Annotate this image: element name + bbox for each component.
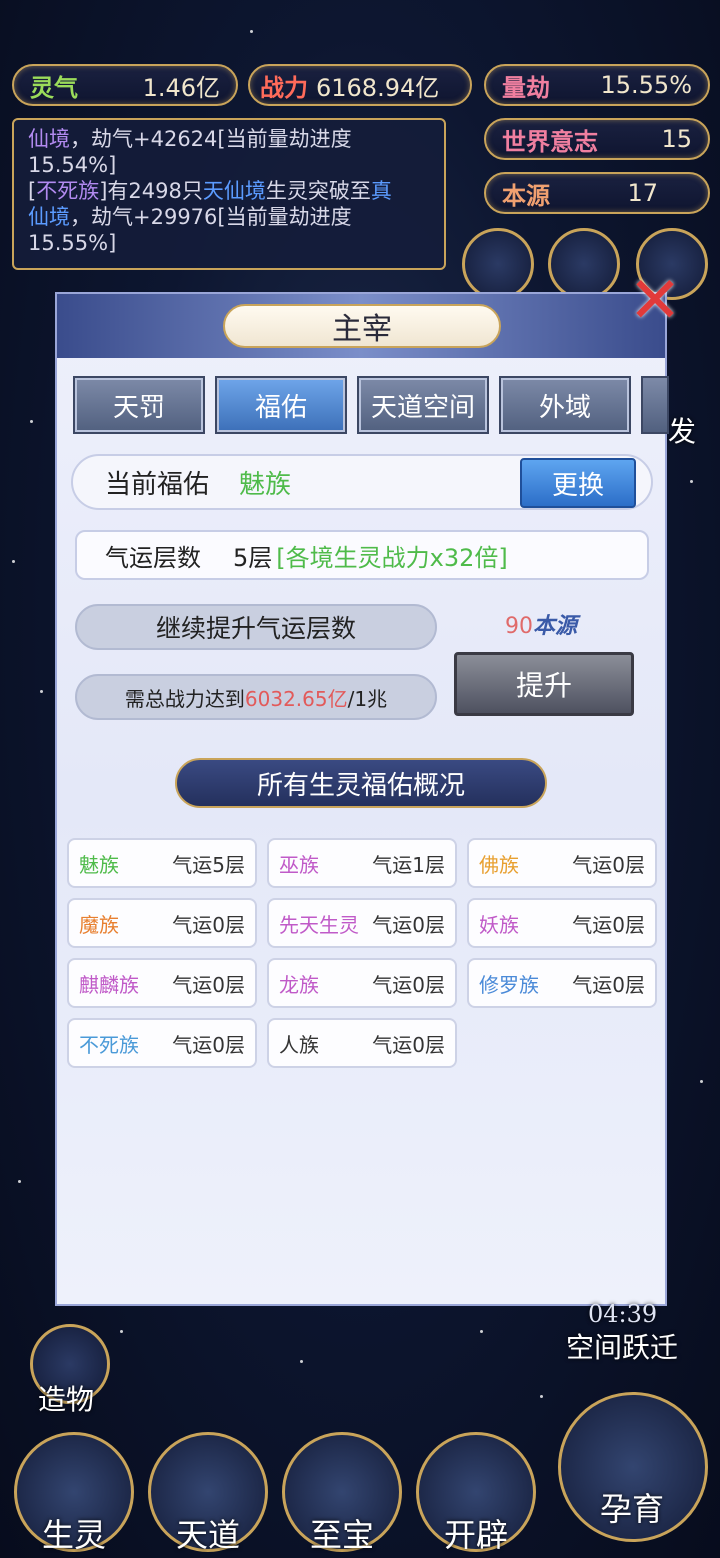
tab-overflow[interactable] [641, 376, 669, 434]
benyuan-pill[interactable]: 本源 17 [484, 172, 710, 214]
raise-button[interactable]: 提升 [454, 652, 634, 716]
race-card[interactable]: 先天生灵 气运0层 [267, 898, 457, 948]
race-luck: 气运0层 [372, 972, 445, 997]
race-card[interactable]: 魔族 气运0层 [67, 898, 257, 948]
race-name: 人族 [279, 1032, 319, 1057]
kaipi-label: 开辟 [443, 1516, 508, 1554]
log-line: 15.55%] [28, 231, 117, 255]
race-card[interactable]: 巫族 气运1层 [267, 838, 457, 888]
race-name: 魔族 [79, 912, 119, 937]
tab-tiandao-space[interactable]: 天道空间 [357, 376, 489, 434]
race-card[interactable]: 不死族 气运0层 [67, 1018, 257, 1068]
shijie-value: 15 [661, 125, 692, 153]
event-log: 仙境，劫气+42624[当前量劫进度 15.54%] [不死族]有2498只天仙… [12, 118, 446, 270]
race-card[interactable]: 修罗族 气运0层 [467, 958, 657, 1008]
tab-waiyu[interactable]: 外域 [499, 376, 631, 434]
race-name: 佛族 [479, 852, 519, 877]
close-icon[interactable]: ✕ [622, 268, 688, 334]
race-luck: 气运0层 [572, 912, 645, 937]
benyuan-value: 17 [627, 179, 658, 207]
liangjie-label: 量劫 [502, 72, 550, 102]
race-luck: 气运5层 [172, 852, 245, 877]
requirement-row: 需总战力达到 6032.65亿/1兆 [75, 674, 437, 720]
cost-currency: 本源 [533, 613, 578, 639]
cost-amount: 90 [505, 614, 533, 639]
race-card[interactable]: 妖族 气运0层 [467, 898, 657, 948]
lingqi-pill: 灵气 1.46亿 [12, 64, 238, 106]
liangjie-pill[interactable]: 量劫 15.55% [484, 64, 710, 106]
race-luck: 气运0层 [172, 1032, 245, 1057]
race-luck: 气运0层 [172, 912, 245, 937]
tiandao-label: 天道 [175, 1516, 240, 1554]
overview-title: 所有生灵福佑概况 [175, 758, 547, 808]
swap-button[interactable]: 更换 [520, 458, 636, 508]
current-blessing-race: 魅族 [239, 469, 292, 500]
race-card[interactable]: 佛族 气运0层 [467, 838, 657, 888]
yunyu-label: 孕育 [599, 1490, 664, 1528]
raise-cost: 90本源 [505, 608, 577, 640]
modal-header: 主宰 [57, 294, 665, 358]
race-luck: 气运0层 [172, 972, 245, 997]
log-line: [不死族]有2498只天仙境生灵突破至真 [28, 179, 392, 203]
luck-level-row: 气运层数 5层 [各境生灵战力x32倍] [75, 530, 649, 580]
side-label-right[interactable]: 发 [668, 410, 696, 450]
continue-raise-label: 继续提升气运层数 [75, 604, 437, 650]
space-jump-button[interactable]: 空间跃迁 [566, 1326, 678, 1366]
race-name: 先天生灵 [279, 912, 359, 937]
log-line: 仙境，劫气+42624[当前量劫进度 [28, 127, 352, 151]
race-luck: 气运0层 [372, 1032, 445, 1057]
zhibao-label: 至宝 [309, 1516, 374, 1554]
zhanli-label: 战力 [260, 72, 308, 102]
scroll-icon[interactable] [462, 228, 534, 300]
race-name: 麒麟族 [79, 972, 139, 997]
zhanli-pill: 战力 6168.94亿 [248, 64, 472, 106]
current-blessing-label: 当前福佑 [105, 469, 210, 500]
shengling-label: 生灵 [41, 1516, 106, 1554]
tab-fuyou[interactable]: 福佑 [215, 376, 347, 434]
luck-level: 5层 [233, 543, 273, 572]
shijie-pill[interactable]: 世界意志 15 [484, 118, 710, 160]
tab-tianfa[interactable]: 天罚 [73, 376, 205, 434]
shijie-label: 世界意志 [502, 126, 598, 156]
lingqi-label: 灵气 [30, 72, 78, 102]
race-card[interactable]: 龙族 气运0层 [267, 958, 457, 1008]
race-name: 妖族 [479, 912, 519, 937]
race-card[interactable]: 人族 气运0层 [267, 1018, 457, 1068]
modal-title: 主宰 [223, 304, 501, 348]
race-name: 魅族 [79, 852, 119, 877]
timer-text: 04:39 [588, 1300, 658, 1328]
liangjie-value: 15.55% [600, 71, 692, 99]
requirement-value: 6032.65亿 [244, 686, 348, 711]
zhanli-value: 6168.94亿 [316, 73, 440, 102]
log-line: 仙境，劫气+29976[当前量劫进度 [28, 205, 352, 229]
compass-icon[interactable] [548, 228, 620, 300]
race-name: 巫族 [279, 852, 319, 877]
race-name: 不死族 [79, 1032, 139, 1057]
create-label[interactable]: 造物 [38, 1378, 94, 1418]
luck-bonus: [各境生灵战力x32倍] [276, 543, 508, 572]
race-name: 龙族 [279, 972, 319, 997]
race-name: 修罗族 [479, 972, 539, 997]
race-luck: 气运0层 [372, 912, 445, 937]
race-luck: 气运0层 [572, 972, 645, 997]
log-line: 15.54%] [28, 153, 117, 177]
race-card[interactable]: 魅族 气运5层 [67, 838, 257, 888]
race-luck: 气运0层 [572, 852, 645, 877]
dominator-modal: 主宰 天罚 福佑 天道空间 外域 当前福佑 魅族 更换 气运层数 5层 [各境生… [55, 292, 669, 1306]
benyuan-label: 本源 [502, 180, 550, 210]
race-luck: 气运1层 [372, 852, 445, 877]
luck-label: 气运层数 [105, 543, 201, 572]
race-card[interactable]: 麒麟族 气运0层 [67, 958, 257, 1008]
lingqi-value: 1.46亿 [142, 73, 220, 102]
